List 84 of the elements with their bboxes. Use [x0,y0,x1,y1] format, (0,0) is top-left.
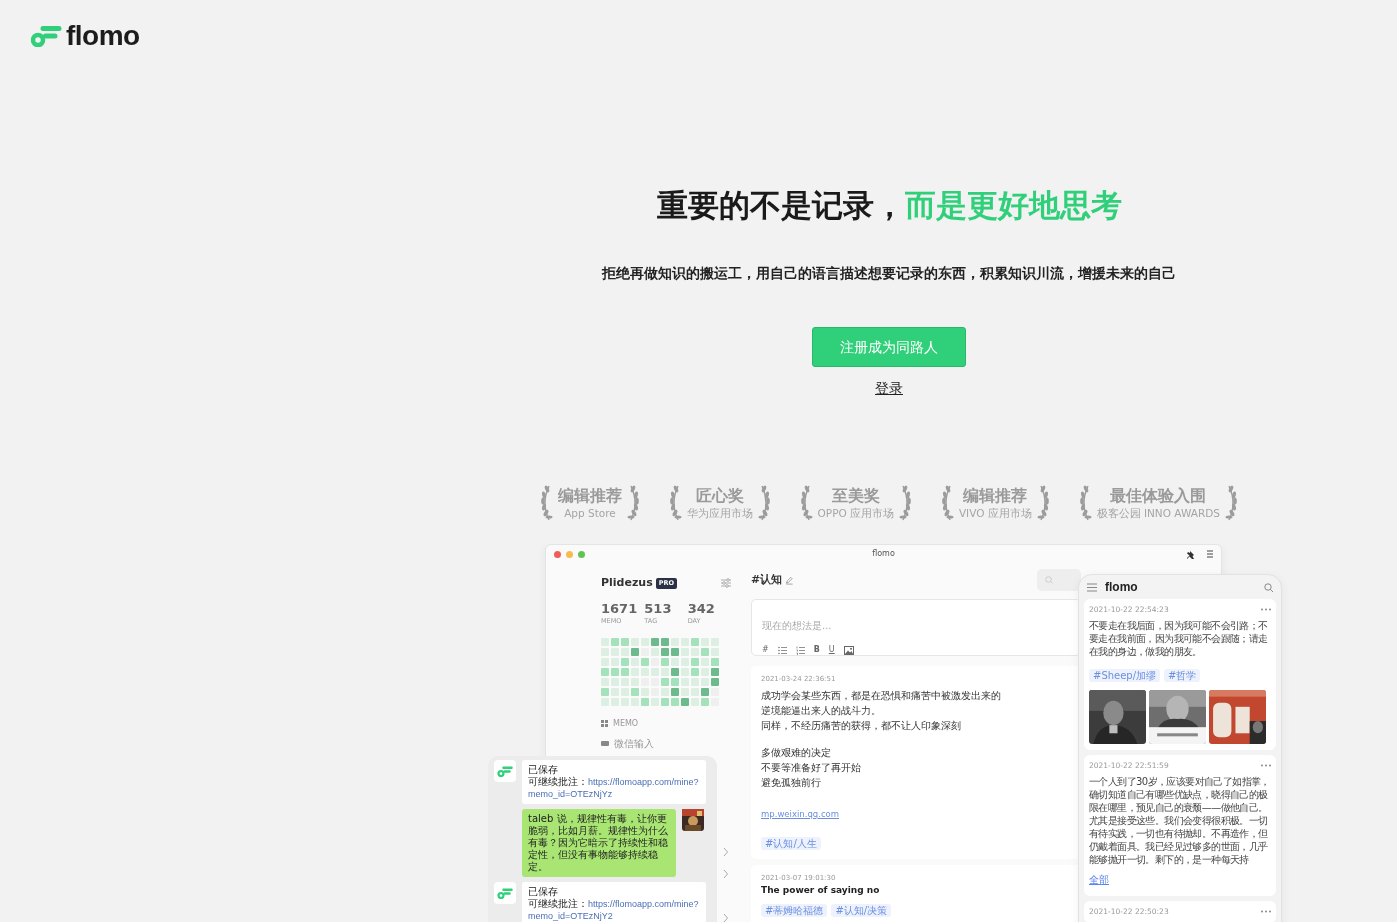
search-icon [1045,576,1053,584]
window-control-dot[interactable] [566,550,573,558]
pencil-icon[interactable] [785,575,794,585]
login-link[interactable]: 登录 [875,378,903,398]
laurel-icon [667,484,682,522]
sliders-icon[interactable] [721,578,731,589]
menu-icon[interactable] [1087,583,1097,592]
award-title: 编辑推荐 [962,486,1029,506]
laurel-icon [1224,484,1239,522]
chevron-icon[interactable] [723,869,729,879]
award-source: App Store [563,506,617,520]
grid-icon [601,720,608,727]
signup-button[interactable]: 注册成为同路人 [812,327,966,367]
nav-item[interactable]: 微信输入 [614,737,654,750]
nav-item[interactable]: MEMO [613,717,639,730]
award-title: 最佳体验入围 [1109,486,1208,506]
laurel-icon [899,484,914,522]
chat-bubble: taleb 说，规律性有毒，让你更脆弱，比如月薪。规律性为什么有毒？因为它暗示了持续性和稳定性，但没有事物能够持续稳定。 [522,809,676,877]
memo-input-field[interactable]: 现在的想法是... [762,620,1070,632]
memo-line: 成功学会某些东西，都是在恐惧和痛苦中被激发出来的 [761,689,1002,703]
more-icon[interactable] [1261,608,1271,611]
award-source: 华为应用市场 [686,506,753,520]
subtitle: 拒绝再做知识的搬运工，用自己的语言描述想要记录的东西，积累知识川流，增援未来的自己 [600,264,1177,283]
message-text: 可继续批注：https://flomoapp.com/mine?memo_id=OTEzNjYz [528,776,700,800]
more-icon[interactable] [1261,764,1271,767]
memo-line: 多做艰难的决定 [761,746,832,760]
pin-icon[interactable] [1186,549,1195,559]
status-text: 已保存 [528,764,559,776]
logo-icon [497,765,513,777]
award-title: 匠心奖 [694,486,745,506]
memo-line: 同样，不经历痛苦的获得，都不让人印象深刻 [761,719,962,733]
search-icon[interactable] [1264,583,1273,592]
memo-text: 一个人到了30岁，应该要对自己了如指掌，确切知道自己有哪些优缺点，晓得自己的极限在哪里，预见自己的衰颓——做他自己。尤其是接受这些。我们会变得很积极。一切有待实践，一切也有待抛却。不再造作，但仍戴着面具。我已经见过够多的世面，几乎能够抛开一切。剩下的，是一种每天持 [1089,775,1271,866]
award-title: 编辑推荐 [558,486,622,506]
underline-button[interactable]: U [828,645,835,655]
tag-chip[interactable]: #Sheep/加缪 [1089,669,1161,682]
more-icon[interactable] [1261,910,1271,913]
numbered-list-icon[interactable] [795,645,805,655]
logo-icon[interactable] [30,25,62,47]
award-title: 至美奖 [830,486,881,506]
message-text: 可继续批注：https://flomoapp.com/mine?memo_id=OTEzNjY2 [528,898,700,922]
stat-value: 1671 [601,599,639,617]
tray-icon [601,740,609,747]
search-field[interactable] [1037,569,1081,591]
window-title: flomo [872,549,895,558]
laurel-icon [798,484,813,522]
show-more-link[interactable]: 全部 [1089,873,1109,887]
award-source: 极客公园 INNO AWARDS [1096,506,1220,520]
award-source: OPPO 应用市场 [817,506,895,520]
tag-chip[interactable]: #认知/人生 [761,837,821,850]
brand-name[interactable]: flomo [66,22,140,50]
stat-value: 513 [644,599,673,617]
award-source: VIVO 应用市场 [958,506,1032,520]
status-text: 已保存 [528,886,559,898]
window-control-dot[interactable] [578,550,585,558]
laurel-icon [939,484,954,522]
bold-button[interactable]: B [813,645,820,655]
laurel-icon [539,484,553,522]
memo-line: 逆境能逼出来人的战斗力。 [761,704,882,718]
tag-chip[interactable]: #蒂姆哈福德 [761,904,828,917]
laurel-icon [1036,484,1051,522]
bullet-list-icon[interactable] [777,645,787,655]
memo-link[interactable]: mp.weixin.qq.com [761,807,840,821]
app-title: flomo [1105,580,1138,595]
tag-chip[interactable]: #认知/决策 [831,904,892,917]
chevron-icon[interactable] [723,847,729,857]
laurel-icon [1077,484,1092,522]
laurel-icon [627,484,641,522]
window-control-dot[interactable] [554,550,561,558]
laurel-icon [757,484,772,522]
tag-title: #认知 [751,571,783,588]
logo-icon [497,887,513,899]
memo-title: The power of saying no [761,884,881,896]
headline: 重要的不是记录，而是更好地思考 [655,186,1123,225]
stat-value: 342 [687,599,716,617]
chevron-icon[interactable] [723,913,729,922]
user-name: Plidezus [601,575,653,591]
memo-line: 不要等准备好了再开始 [761,761,862,775]
menu-icon[interactable] [1207,550,1213,558]
image-icon[interactable] [843,645,854,655]
tag-chip[interactable]: #哲学 [1164,669,1201,682]
hashtag-button[interactable]: # [762,645,769,655]
memo-text: 不要走在我后面，因为我可能不会引路；不要走在我前面，因为我可能不会跟随；请走在我的身边，做我的朋友。 [1089,619,1269,658]
memo-line: 避免孤独前行 [761,776,822,790]
